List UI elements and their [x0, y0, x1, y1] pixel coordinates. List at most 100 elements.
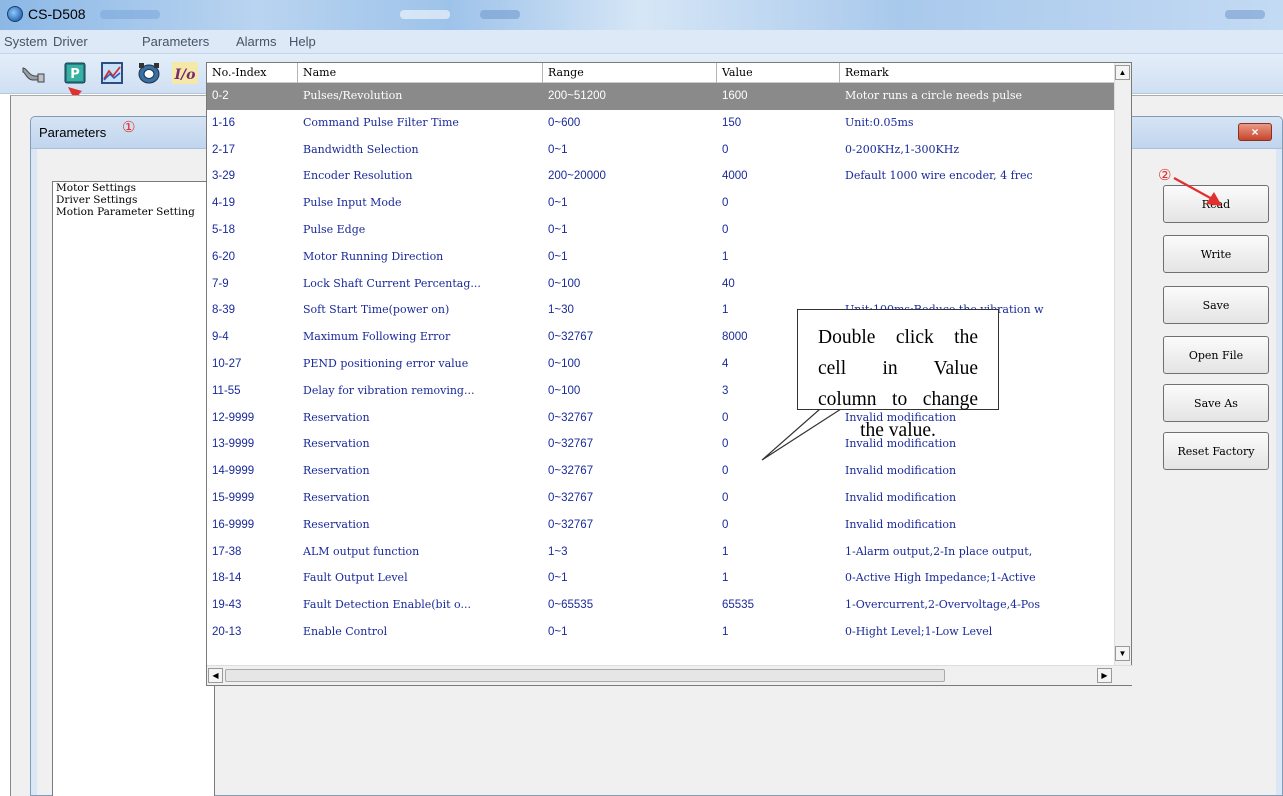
header-index[interactable]: No.-Index	[207, 63, 298, 83]
cell-index[interactable]: 6-20	[207, 244, 298, 271]
cell-name[interactable]: Encoder Resolution	[298, 163, 543, 190]
cell-name[interactable]: Reservation	[298, 458, 543, 485]
cell-value[interactable]: 0	[717, 190, 840, 217]
cell-range[interactable]: 0~1	[543, 137, 717, 164]
scroll-up-icon[interactable]: ▲	[1115, 65, 1130, 80]
cell-value[interactable]: 0	[717, 217, 840, 244]
header-range[interactable]: Range	[543, 63, 717, 83]
cell-range[interactable]: 0~32767	[543, 324, 717, 351]
io-button[interactable]: I/o	[172, 60, 198, 86]
cell-range[interactable]: 0~32767	[543, 485, 717, 512]
cell-name[interactable]: Maximum Following Error	[298, 324, 543, 351]
cell-name[interactable]: Delay for vibration removing...	[298, 378, 543, 405]
tree-item-motor-settings[interactable]: Motor Settings	[53, 182, 214, 194]
table-row[interactable]: 15-9999 Reservation 0~32767 0 Invalid modifi…	[207, 485, 1115, 512]
cell-index[interactable]: 19-43	[207, 592, 298, 619]
write-button[interactable]: Write	[1163, 235, 1269, 273]
save-as-button[interactable]: Save As	[1163, 384, 1269, 422]
cell-remark[interactable]	[840, 190, 1115, 217]
tree-item-motion-parameter-setting[interactable]: Motion Parameter Setting	[53, 206, 214, 218]
table-row[interactable]: 5-18 Pulse Edge 0~1 0	[207, 217, 1115, 244]
cell-index[interactable]: 2-17	[207, 137, 298, 164]
cell-value[interactable]: 1600	[717, 83, 840, 110]
table-row[interactable]: 19-43 Fault Detection Enable(bit o... 0~65…	[207, 592, 1115, 619]
cell-index[interactable]: 15-9999	[207, 485, 298, 512]
cell-range[interactable]: 0~1	[543, 565, 717, 592]
reset-factory-button[interactable]: Reset Factory	[1163, 432, 1269, 470]
cell-name[interactable]: Lock Shaft Current Percentag...	[298, 271, 543, 298]
cell-range[interactable]: 0~32767	[543, 431, 717, 458]
scroll-right-icon[interactable]: ▶	[1097, 668, 1112, 683]
cell-range[interactable]: 0~32767	[543, 512, 717, 539]
cell-value[interactable]: 40	[717, 271, 840, 298]
cell-index[interactable]: 18-14	[207, 565, 298, 592]
cell-value[interactable]: 150	[717, 110, 840, 137]
table-row[interactable]: 3-29 Encoder Resolution 200~20000 4000 Defau…	[207, 163, 1115, 190]
table-row[interactable]: 18-14 Fault Output Level 0~1 1 0-Active High…	[207, 565, 1115, 592]
cell-remark[interactable]	[840, 217, 1115, 244]
cell-index[interactable]: 4-19	[207, 190, 298, 217]
cell-range[interactable]: 0~32767	[543, 458, 717, 485]
cell-index[interactable]: 1-16	[207, 110, 298, 137]
table-row[interactable]: 2-17 Bandwidth Selection 0~1 0 0-200KHz,1-30…	[207, 137, 1115, 164]
cell-value[interactable]: 1	[717, 539, 840, 566]
save-params-button[interactable]: Save	[1163, 286, 1269, 324]
cell-index[interactable]: 7-9	[207, 271, 298, 298]
cell-index[interactable]: 11-55	[207, 378, 298, 405]
cell-name[interactable]: Reservation	[298, 405, 543, 432]
cell-name[interactable]: ALM output function	[298, 539, 543, 566]
cell-name[interactable]: Fault Output Level	[298, 565, 543, 592]
table-row[interactable]: 20-13 Enable Control 0~1 1 0-Hight Level;1-L…	[207, 619, 1115, 646]
cell-name[interactable]: Reservation	[298, 512, 543, 539]
horizontal-scrollbar[interactable]: ◀ ▶	[207, 665, 1133, 685]
cell-value[interactable]: 1	[717, 244, 840, 271]
cell-index[interactable]: 5-18	[207, 217, 298, 244]
cell-remark[interactable]: 0-200KHz,1-300KHz	[840, 137, 1115, 164]
cell-index[interactable]: 9-4	[207, 324, 298, 351]
cell-remark[interactable]: 0-Active High Impedance;1-Active	[840, 565, 1115, 592]
cell-remark[interactable]: 1-Overcurrent,2-Overvoltage,4-Pos	[840, 592, 1115, 619]
table-row[interactable]: 1-16 Command Pulse Filter Time 0~600 150 Uni…	[207, 110, 1115, 137]
cell-remark[interactable]: Invalid modification	[840, 512, 1115, 539]
cell-range[interactable]: 0~100	[543, 351, 717, 378]
menu-parameters[interactable]: Parameters	[142, 34, 209, 49]
cell-range[interactable]: 0~32767	[543, 405, 717, 432]
table-row[interactable]: 6-20 Motor Running Direction 0~1 1	[207, 244, 1115, 271]
cell-index[interactable]: 13-9999	[207, 431, 298, 458]
menu-driver[interactable]: Driver	[53, 34, 88, 49]
close-button[interactable]: ×	[1238, 123, 1272, 141]
menu-alarms[interactable]: Alarms	[236, 34, 276, 49]
cell-range[interactable]: 0~1	[543, 244, 717, 271]
cell-remark[interactable]	[840, 271, 1115, 298]
cell-index[interactable]: 0-2	[207, 83, 298, 110]
cell-range[interactable]: 0~1	[543, 217, 717, 244]
cell-value[interactable]: 0	[717, 512, 840, 539]
cell-value[interactable]: 1	[717, 565, 840, 592]
cell-range[interactable]: 0~100	[543, 271, 717, 298]
cell-name[interactable]: Pulse Edge	[298, 217, 543, 244]
scroll-down-icon[interactable]: ▼	[1115, 646, 1130, 661]
cell-remark[interactable]: Default 1000 wire encoder, 4 frec	[840, 163, 1115, 190]
cell-value[interactable]: 0	[717, 137, 840, 164]
cell-value[interactable]: 4000	[717, 163, 840, 190]
header-remark[interactable]: Remark	[840, 63, 1115, 83]
cell-remark[interactable]: 1-Alarm output,2-In place output,	[840, 539, 1115, 566]
horizontal-scroll-thumb[interactable]	[225, 669, 945, 682]
cell-index[interactable]: 12-9999	[207, 405, 298, 432]
table-row[interactable]: 16-9999 Reservation 0~32767 0 Invalid modifi…	[207, 512, 1115, 539]
cell-range[interactable]: 0~1	[543, 619, 717, 646]
cell-range[interactable]: 0~65535	[543, 592, 717, 619]
cell-index[interactable]: 8-39	[207, 297, 298, 324]
cell-index[interactable]: 3-29	[207, 163, 298, 190]
cell-value[interactable]: 65535	[717, 592, 840, 619]
cell-range[interactable]: 1~3	[543, 539, 717, 566]
menu-system[interactable]: System	[4, 34, 47, 49]
cell-range[interactable]: 200~51200	[543, 83, 717, 110]
tree-item-driver-settings[interactable]: Driver Settings	[53, 194, 214, 206]
table-row[interactable]: 7-9 Lock Shaft Current Percentag... 0~100 4…	[207, 271, 1115, 298]
cell-index[interactable]: 14-9999	[207, 458, 298, 485]
cell-remark[interactable]: Unit:0.05ms	[840, 110, 1115, 137]
cell-name[interactable]: Motor Running Direction	[298, 244, 543, 271]
cell-range[interactable]: 0~1	[543, 190, 717, 217]
menu-help[interactable]: Help	[289, 34, 316, 49]
